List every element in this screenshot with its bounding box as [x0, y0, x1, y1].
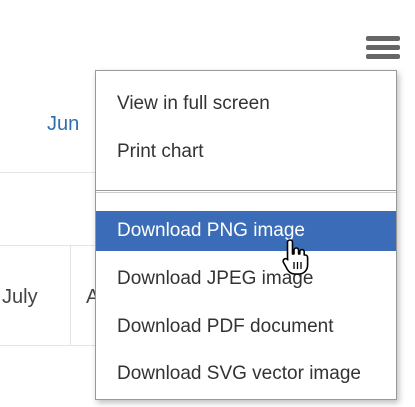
menu-separator [96, 192, 396, 193]
menu-item-download-pdf[interactable]: Download PDF document [96, 307, 396, 347]
hamburger-menu-icon[interactable] [366, 33, 400, 63]
table-column-divider [70, 246, 71, 345]
menu-item-view-full-screen[interactable]: View in full screen [96, 84, 396, 124]
hamburger-bar [366, 36, 400, 41]
month-label-jun: Jun [47, 113, 80, 135]
hand-pointer-icon [282, 239, 309, 275]
divider [0, 245, 95, 246]
divider [0, 172, 95, 173]
divider [0, 345, 95, 346]
menu-item-download-png[interactable]: Download PNG image [96, 211, 396, 251]
menu-item-download-svg[interactable]: Download SVG vector image [96, 354, 396, 394]
menu-item-print-chart[interactable]: Print chart [96, 132, 396, 172]
hamburger-bar [366, 54, 400, 59]
menu-item-download-jpeg[interactable]: Download JPEG image [96, 259, 396, 299]
menu-separator [96, 190, 396, 191]
table-cell-july: July [2, 286, 38, 308]
hamburger-bar [366, 45, 400, 50]
chart-export-view: Jun July A View in full screen Print cha… [0, 0, 415, 407]
chart-context-menu: View in full screen Print chart Download… [95, 70, 397, 400]
